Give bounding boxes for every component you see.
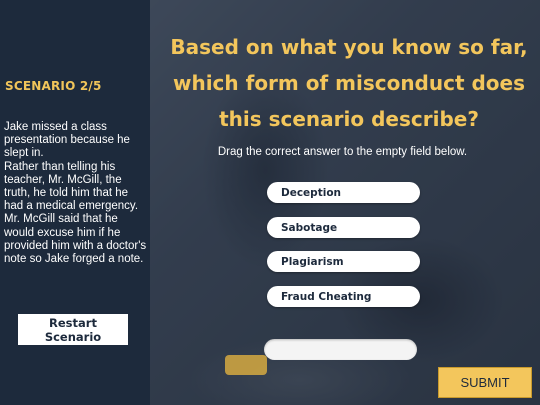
submit-button[interactable]: SUBMIT	[438, 367, 532, 398]
scenario-sidebar: SCENARIO 2/5 Jake missed a class present…	[0, 0, 150, 405]
scenario-counter: SCENARIO 2/5	[5, 79, 102, 93]
answer-drop-field[interactable]	[264, 339, 417, 360]
answer-option-plagiarism[interactable]: Plagiarism	[267, 251, 420, 272]
answer-option-deception[interactable]: Deception	[267, 182, 420, 203]
scenario-line: Jake missed a class presentation because…	[4, 121, 130, 160]
instruction-text: Drag the correct answer to the empty fie…	[217, 146, 468, 158]
answer-option-fraud-cheating[interactable]: Fraud Cheating	[267, 286, 420, 307]
restart-scenario-button[interactable]: Restart Scenario	[18, 314, 128, 345]
answer-option-sabotage[interactable]: Sabotage	[267, 217, 420, 238]
scenario-description: Jake missed a class presentation because…	[4, 121, 150, 266]
question-heading: Based on what you know so far, which for…	[170, 35, 528, 131]
scenario-line: Rather than telling his teacher, Mr. McG…	[4, 160, 147, 266]
desk-lamp-graphic	[225, 355, 267, 375]
